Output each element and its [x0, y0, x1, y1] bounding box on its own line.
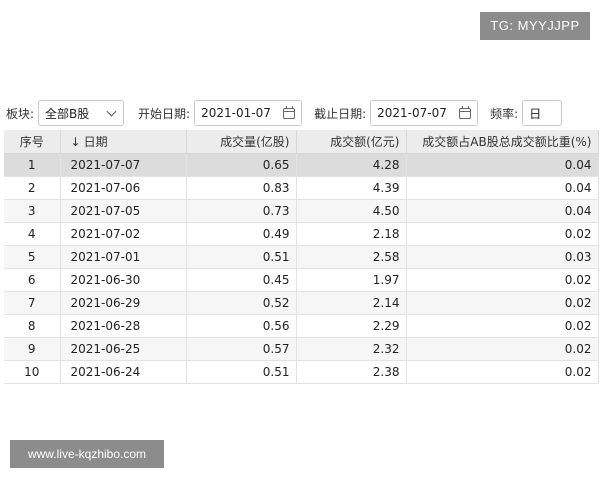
end-date-label: 截止日期:: [314, 106, 367, 121]
start-date-value: 2021-01-07: [201, 106, 271, 120]
row-share-ratio: 0.02: [406, 314, 599, 338]
end-date-value: 2021-07-07: [377, 106, 447, 120]
start-date-input[interactable]: 2021-01-07: [194, 100, 303, 126]
row-turnover: 4.50: [296, 199, 407, 223]
row-share-ratio: 0.02: [406, 268, 599, 292]
row-index: 6: [4, 268, 61, 292]
row-turnover: 4.28: [296, 153, 407, 177]
header-volume[interactable]: 成交量(亿股): [186, 130, 297, 154]
frequency-label: 频率:: [490, 106, 519, 121]
row-volume: 0.52: [186, 291, 297, 315]
block-label: 板块:: [6, 106, 35, 121]
row-turnover: 2.18: [296, 222, 407, 246]
trading-data-table: 序号 ↓ 日期 成交量(亿股) 成交额(亿元) 成交额占AB股总成交额比重(%) …: [4, 130, 599, 384]
row-index: 5: [4, 245, 61, 269]
header-turnover[interactable]: 成交额(亿元): [296, 130, 407, 154]
table-row[interactable]: 2 2021-07-06 0.83 4.39 0.04: [4, 176, 599, 200]
row-share-ratio: 0.02: [406, 291, 599, 315]
header-date-label: 日期: [83, 135, 108, 149]
start-date-label: 开始日期:: [138, 106, 191, 121]
table-row[interactable]: 1 2021-07-07 0.65 4.28 0.04: [4, 153, 599, 177]
table-row[interactable]: 5 2021-07-01 0.51 2.58 0.03: [4, 245, 599, 269]
row-date: 2021-07-01: [60, 245, 187, 269]
row-share-ratio: 0.02: [406, 360, 599, 384]
block-select[interactable]: 全部B股: [38, 100, 125, 126]
row-volume: 0.51: [186, 245, 297, 269]
header-date[interactable]: ↓ 日期: [60, 130, 187, 154]
row-date: 2021-06-25: [60, 337, 187, 361]
table-row[interactable]: 4 2021-07-02 0.49 2.18 0.02: [4, 222, 599, 246]
row-volume: 0.45: [186, 268, 297, 292]
row-volume: 0.65: [186, 153, 297, 177]
row-index: 8: [4, 314, 61, 338]
row-date: 2021-06-30: [60, 268, 187, 292]
row-turnover: 1.97: [296, 268, 407, 292]
row-turnover: 2.14: [296, 291, 407, 315]
filter-toolbar: 板块: 全部B股 开始日期: 2021-01-07 截止日期: 2021-07-…: [0, 98, 600, 128]
telegram-watermark: TG: MYYJJPP: [480, 12, 590, 40]
table-row[interactable]: 9 2021-06-25 0.57 2.32 0.02: [4, 337, 599, 361]
calendar-icon[interactable]: [459, 105, 472, 119]
row-index: 1: [4, 153, 61, 177]
block-select-value: 全部B股: [45, 106, 90, 121]
row-volume: 0.49: [186, 222, 297, 246]
row-share-ratio: 0.04: [406, 199, 599, 223]
calendar-icon[interactable]: [283, 105, 296, 119]
row-turnover: 2.32: [296, 337, 407, 361]
row-index: 7: [4, 291, 61, 315]
header-index[interactable]: 序号: [4, 130, 61, 154]
row-index: 4: [4, 222, 61, 246]
row-volume: 0.57: [186, 337, 297, 361]
row-volume: 0.83: [186, 176, 297, 200]
table-row[interactable]: 7 2021-06-29 0.52 2.14 0.02: [4, 291, 599, 315]
row-date: 2021-06-24: [60, 360, 187, 384]
row-volume: 0.51: [186, 360, 297, 384]
table-row[interactable]: 10 2021-06-24 0.51 2.38 0.02: [4, 360, 599, 384]
row-turnover: 4.39: [296, 176, 407, 200]
row-index: 3: [4, 199, 61, 223]
row-turnover: 2.58: [296, 245, 407, 269]
row-share-ratio: 0.04: [406, 153, 599, 177]
row-date: 2021-07-05: [60, 199, 187, 223]
row-share-ratio: 0.02: [406, 337, 599, 361]
sort-arrow-icon: ↓: [70, 135, 81, 149]
row-turnover: 2.29: [296, 314, 407, 338]
frequency-value: 日: [529, 106, 542, 121]
row-index: 9: [4, 337, 61, 361]
row-turnover: 2.38: [296, 360, 407, 384]
table-row[interactable]: 8 2021-06-28 0.56 2.29 0.02: [4, 314, 599, 338]
table-row[interactable]: 6 2021-06-30 0.45 1.97 0.02: [4, 268, 599, 292]
row-share-ratio: 0.04: [406, 176, 599, 200]
row-index: 10: [4, 360, 61, 384]
chevron-down-icon: [106, 106, 117, 116]
row-date: 2021-07-07: [60, 153, 187, 177]
table-header-row: 序号 ↓ 日期 成交量(亿股) 成交额(亿元) 成交额占AB股总成交额比重(%): [4, 130, 599, 154]
row-share-ratio: 0.02: [406, 222, 599, 246]
end-date-input[interactable]: 2021-07-07: [370, 100, 479, 126]
row-date: 2021-07-06: [60, 176, 187, 200]
row-index: 2: [4, 176, 61, 200]
row-volume: 0.73: [186, 199, 297, 223]
row-share-ratio: 0.03: [406, 245, 599, 269]
row-date: 2021-07-02: [60, 222, 187, 246]
row-date: 2021-06-28: [60, 314, 187, 338]
header-share-ratio[interactable]: 成交额占AB股总成交额比重(%): [406, 130, 599, 154]
website-watermark: www.live-kqzhibo.com: [10, 440, 164, 468]
row-volume: 0.56: [186, 314, 297, 338]
table-row[interactable]: 3 2021-07-05 0.73 4.50 0.04: [4, 199, 599, 223]
row-date: 2021-06-29: [60, 291, 187, 315]
data-table-container: 序号 ↓ 日期 成交量(亿股) 成交额(亿元) 成交额占AB股总成交额比重(%) …: [4, 130, 599, 384]
frequency-select[interactable]: 日: [522, 100, 563, 126]
